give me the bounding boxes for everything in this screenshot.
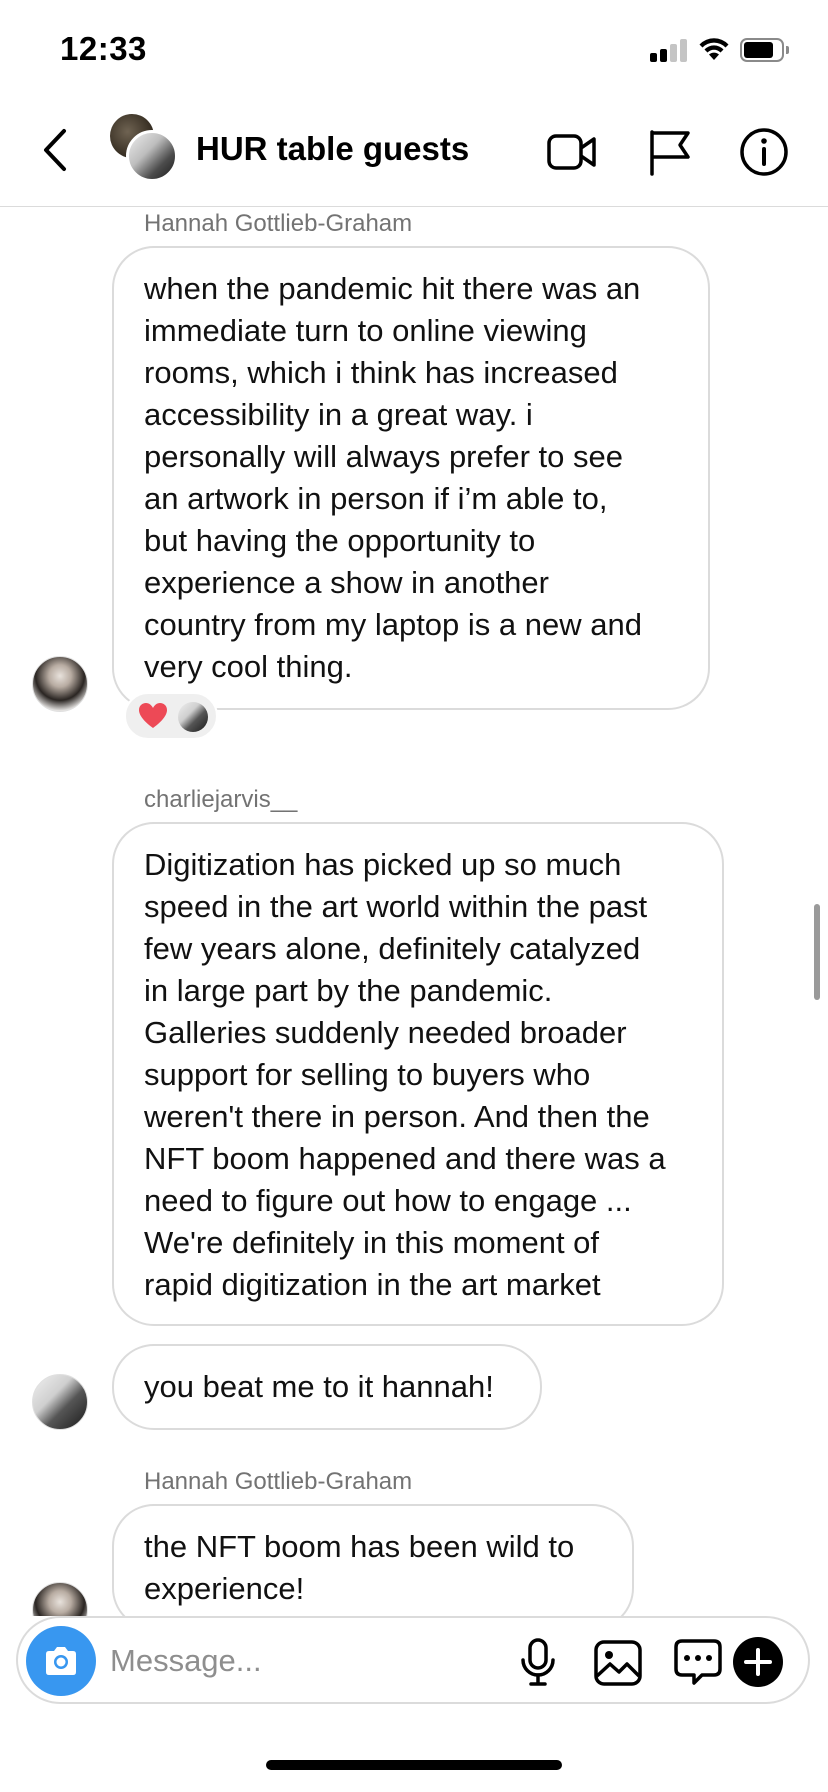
group-avatar[interactable]	[110, 114, 178, 182]
reaction-pill[interactable]	[124, 692, 218, 740]
dm-thread-screen: 12:33 HUR table guests Hannah Gottlieb-G…	[0, 0, 828, 1792]
message-line: immediate turn to online viewing	[144, 313, 587, 348]
member-avatar	[126, 130, 178, 182]
camera-icon	[46, 1647, 76, 1675]
message-list[interactable]: Hannah Gottlieb-Graham when the pandemic…	[0, 208, 828, 1616]
message-line: when the pandemic hit there was an	[144, 271, 641, 306]
cellular-signal-icon	[650, 38, 690, 62]
message-line: the NFT boom has been wild to	[144, 1529, 575, 1564]
status-time: 12:33	[60, 30, 147, 67]
wifi-icon	[698, 36, 730, 62]
message-line: personally will always prefer to see	[144, 439, 623, 474]
message-line: weren't there in person. And then the	[144, 1099, 650, 1134]
add-icon	[733, 1637, 783, 1687]
message-line: need to figure out how to engage ...	[144, 1183, 632, 1218]
voice-message-button[interactable]	[512, 1636, 564, 1688]
sender-name: Hannah Gottlieb-Graham	[144, 1468, 413, 1495]
message-line: very cool thing.	[144, 649, 353, 684]
red-heart-emoji	[139, 703, 167, 728]
details-button[interactable]	[738, 126, 790, 178]
avatar[interactable]	[32, 656, 88, 712]
microphone-icon	[521, 1638, 555, 1686]
report-button[interactable]	[644, 126, 696, 178]
message-line: experience!	[144, 1571, 305, 1606]
sender-name: Hannah Gottlieb-Graham	[144, 210, 413, 237]
back-chevron-icon	[44, 129, 66, 171]
chat-title[interactable]: HUR table guests	[196, 130, 469, 168]
message-line: accessibility in a great way. i	[144, 397, 533, 432]
back-button[interactable]	[36, 125, 76, 175]
avatar[interactable]	[32, 1374, 88, 1430]
message-bubble[interactable]: the NFT boom has been wild to experience…	[112, 1504, 634, 1616]
info-icon	[740, 128, 788, 176]
scrollbar[interactable]	[814, 904, 820, 1000]
flag-icon	[650, 130, 690, 176]
battery-icon	[740, 38, 789, 62]
message-line: speed in the art world within the past	[144, 889, 648, 924]
sticker-chat-icon	[674, 1639, 722, 1685]
message-line: We're definitely in this moment of	[144, 1225, 600, 1260]
message-line: in large part by the pandemic.	[144, 973, 553, 1008]
message-bubble[interactable]: Digitization has picked up so much speed…	[112, 822, 724, 1326]
camera-button[interactable]	[26, 1626, 96, 1696]
message-line: Galleries suddenly needed broader	[144, 1015, 627, 1050]
sender-name: charliejarvis__	[144, 786, 298, 813]
message-line: you beat me to it hannah!	[144, 1369, 494, 1404]
message-input[interactable]	[110, 1634, 490, 1688]
message-line: NFT boom happened and there was a	[144, 1141, 666, 1176]
message-composer	[16, 1616, 810, 1704]
message-bubble[interactable]: when the pandemic hit there was an immed…	[112, 246, 710, 710]
message-line: Digitization has picked up so much	[144, 847, 622, 882]
sticker-button[interactable]	[672, 1636, 724, 1688]
reactor-avatar	[178, 702, 208, 732]
message-bubble[interactable]: you beat me to it hannah!	[112, 1344, 542, 1430]
gallery-button[interactable]	[592, 1636, 644, 1688]
message-line: an artwork in person if i’m able to,	[144, 481, 608, 516]
message-line: rapid digitization in the art market	[144, 1267, 601, 1302]
video-camera-icon	[547, 134, 596, 170]
message-line: experience a show in another	[144, 565, 549, 600]
more-options-button[interactable]	[730, 1634, 786, 1690]
status-bar: 12:33	[0, 0, 828, 100]
message-line: few years alone, definitely catalyzed	[144, 931, 641, 966]
gallery-icon	[594, 1640, 642, 1686]
message-line: country from my laptop is a new and	[144, 607, 642, 642]
message-line: support for selling to buyers who	[144, 1057, 591, 1092]
video-call-button[interactable]	[546, 126, 598, 178]
avatar[interactable]	[32, 1582, 88, 1616]
home-indicator	[266, 1760, 562, 1770]
message-line: but having the opportunity to	[144, 523, 536, 558]
thread-header: HUR table guests	[0, 100, 828, 207]
message-line: rooms, which i think has increased	[144, 355, 618, 390]
